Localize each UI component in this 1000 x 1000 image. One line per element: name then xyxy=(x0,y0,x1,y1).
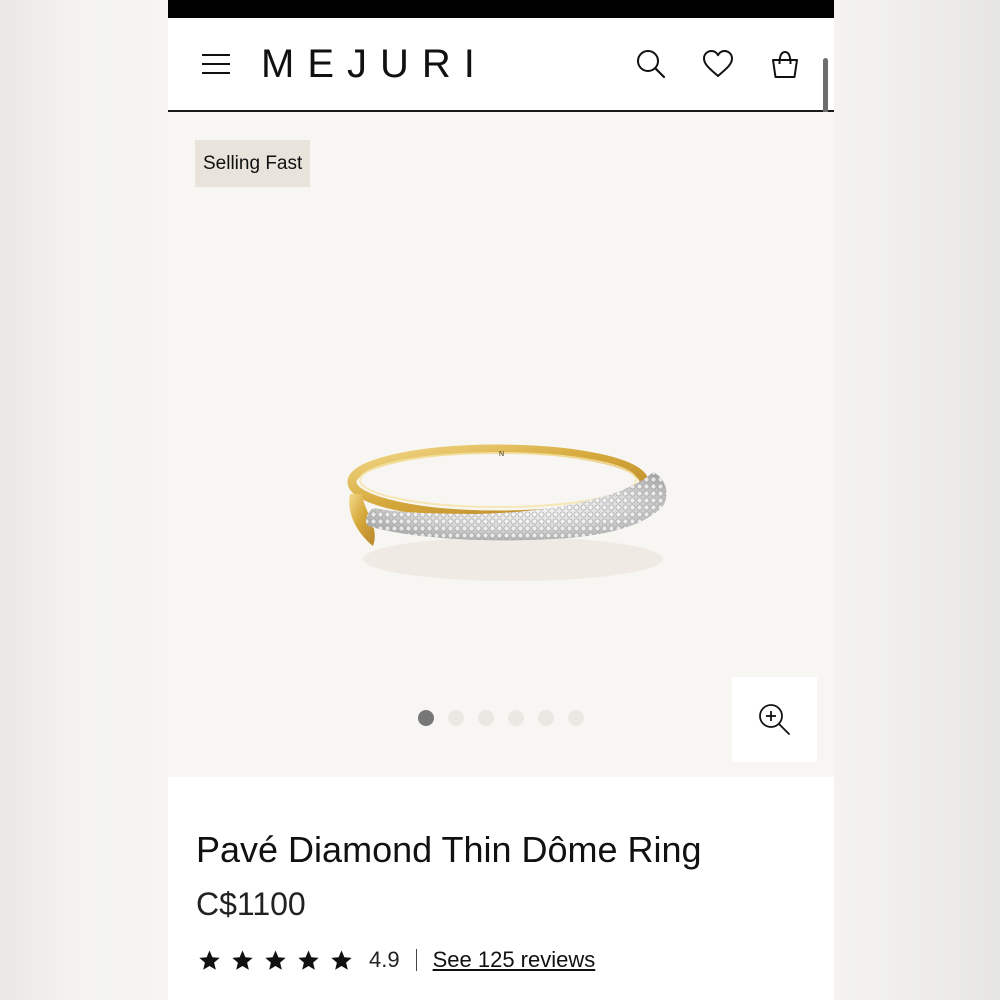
carousel-dot[interactable] xyxy=(418,710,434,726)
rating-stars xyxy=(198,949,353,972)
zoom-button[interactable] xyxy=(732,677,817,762)
product-image-gallery[interactable]: Selling Fast N xyxy=(168,112,834,777)
background-right xyxy=(834,0,1000,1000)
zoom-in-icon xyxy=(758,703,790,735)
phone-screen: MEJURI Selling Fast N Pavé Diamond Thin … xyxy=(168,0,834,1000)
menu-icon[interactable] xyxy=(202,52,230,76)
search-icon[interactable] xyxy=(635,48,667,80)
carousel-dot[interactable] xyxy=(508,710,524,726)
product-price: C$1100 xyxy=(196,886,306,922)
star-icon xyxy=(199,949,220,970)
star-icon xyxy=(265,949,286,970)
rating-row: 4.9 See 125 reviews xyxy=(198,943,595,977)
bag-icon[interactable] xyxy=(769,48,801,80)
carousel-dot[interactable] xyxy=(538,710,554,726)
star-icon xyxy=(331,949,352,970)
rating-value: 4.9 xyxy=(369,947,400,972)
heart-icon[interactable] xyxy=(702,48,734,80)
star-icon xyxy=(298,949,319,970)
ring-engraving: N xyxy=(499,451,504,458)
star-icon xyxy=(232,949,253,970)
image-carousel-dots xyxy=(418,710,584,726)
carousel-dot[interactable] xyxy=(448,710,464,726)
see-reviews-link[interactable]: See 125 reviews xyxy=(433,947,596,973)
selling-fast-badge: Selling Fast xyxy=(195,140,311,187)
brand-logo[interactable]: MEJURI xyxy=(261,42,488,86)
product-image: N xyxy=(347,444,667,581)
divider xyxy=(415,949,417,971)
carousel-dot[interactable] xyxy=(568,710,584,726)
site-header: MEJURI xyxy=(168,18,834,112)
carousel-dot[interactable] xyxy=(478,710,494,726)
status-bar xyxy=(168,0,834,18)
product-title: Pavé Diamond Thin Dôme Ring xyxy=(196,829,702,870)
product-info: Pavé Diamond Thin Dôme Ring C$1100 4.9 S… xyxy=(168,777,834,1000)
